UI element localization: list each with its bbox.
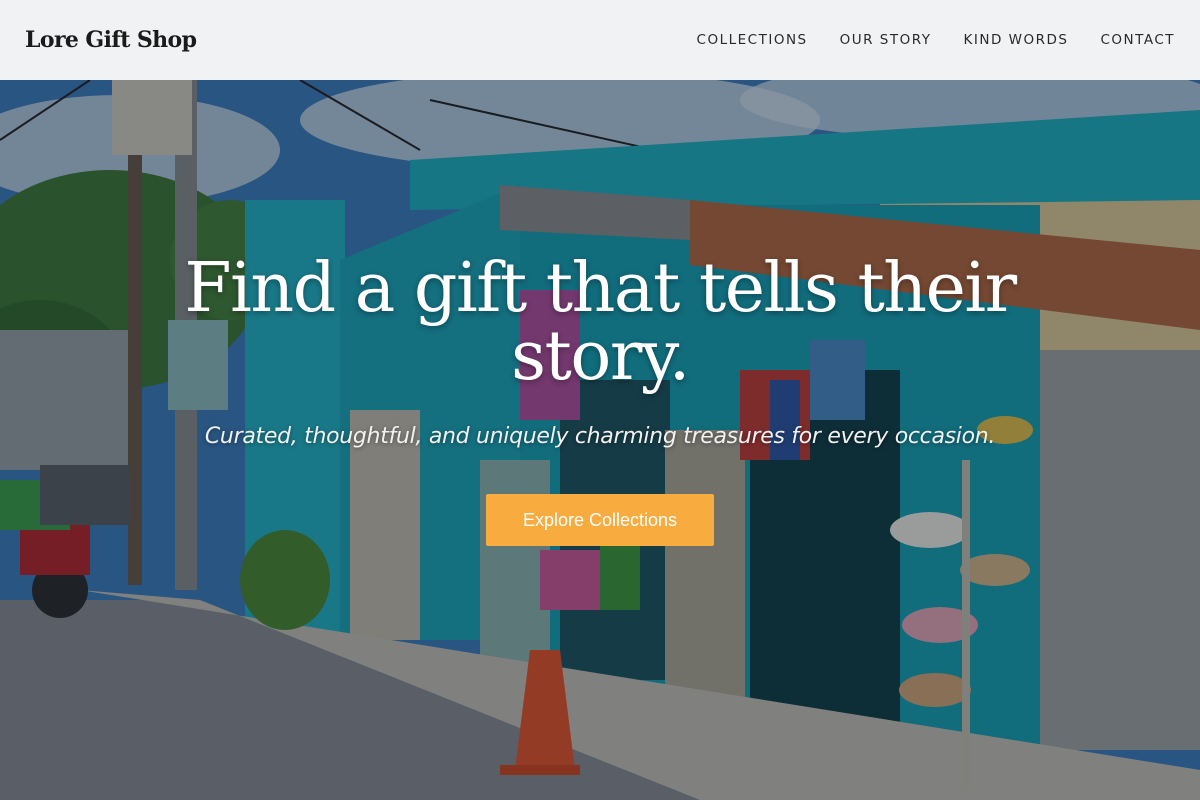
brand-logo[interactable]: Lore Gift Shop — [25, 27, 197, 53]
hero-heading-line-2: story. — [511, 317, 690, 396]
hero-heading: Find a gift that tells their story. — [150, 255, 1050, 391]
nav-collections[interactable]: COLLECTIONS — [697, 32, 808, 48]
nav-our-story[interactable]: OUR STORY — [840, 32, 932, 48]
nav-contact[interactable]: CONTACT — [1100, 32, 1175, 48]
hero-subtitle: Curated, thoughtful, and uniquely charmi… — [204, 424, 996, 449]
nav-kind-words[interactable]: KIND WORDS — [964, 32, 1069, 48]
main-nav: COLLECTIONS OUR STORY KIND WORDS CONTACT — [665, 32, 1175, 48]
explore-collections-button[interactable]: Explore Collections — [486, 494, 714, 546]
site-header: Lore Gift Shop COLLECTIONS OUR STORY KIN… — [0, 0, 1200, 80]
hero-content: Find a gift that tells their story. Cura… — [0, 80, 1200, 800]
